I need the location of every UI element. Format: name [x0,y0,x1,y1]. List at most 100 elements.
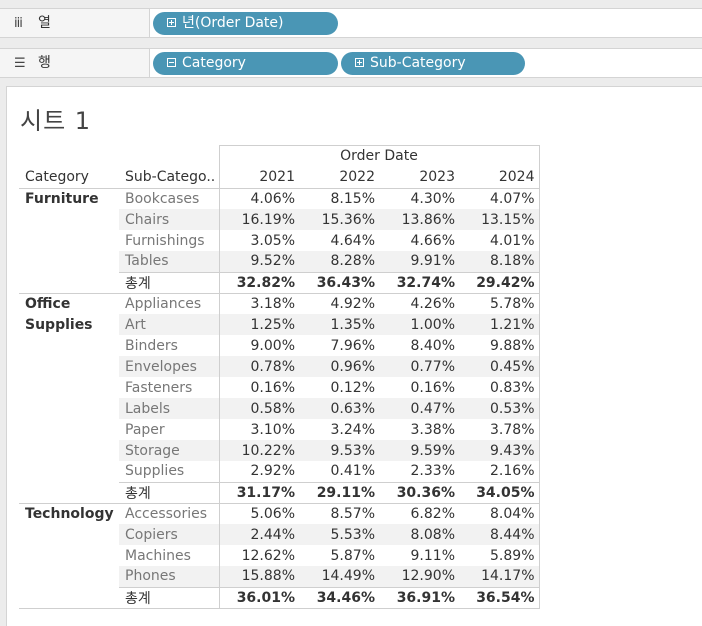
table-row: Furniture Bookcases 4.06% 8.15% 4.30% 4.… [19,188,540,294]
year-header[interactable]: 2023 [379,166,459,189]
sub-category-label[interactable]: Machines [119,545,219,566]
value-cell: 8.40% [410,337,455,354]
category-header[interactable]: Technology [19,503,119,609]
value-cell: 4.66% [410,232,455,249]
total-cell: 31.17% [218,481,299,504]
value-cell: 0.45% [459,356,540,377]
value-cell: 1.21% [459,314,540,335]
value-cell: 0.83% [459,377,540,398]
value-cell: 12.90% [379,566,459,587]
value-cell: 7.96% [330,337,375,354]
rows-icon: ☰ [14,56,26,71]
total-cell: 34.46% [299,586,379,609]
sub-category-label[interactable]: Supplies [119,461,219,482]
table-row: Office Supplies Appliances 3.18% 4.92% 4.… [19,293,540,504]
sub-category-label[interactable]: Phones [119,566,219,587]
value-cell: 8.44% [459,524,540,545]
sub-category-label[interactable]: Envelopes [119,356,219,377]
columns-icon: iii [14,16,23,31]
value-cell: 13.15% [459,209,540,230]
total-cell: 30.36% [379,481,459,504]
sub-category-label[interactable]: Labels [119,398,219,419]
value-cell: 0.78% [218,356,299,377]
value-cell: 16.19% [218,209,299,230]
total-label: 총계 [119,271,219,294]
sub-category-label[interactable]: Art [119,314,219,335]
value-cell: 0.77% [379,356,459,377]
value-cell: 15.88% [218,566,299,587]
sub-category-label[interactable]: Fasteners [119,377,219,398]
sub-category-label[interactable]: Chairs [119,209,219,230]
value-cell: 9.59% [379,440,459,461]
sheet-title: 시트 1 [20,107,92,135]
total-label: 총계 [119,481,219,504]
value-cell: 14.17% [459,566,540,587]
columns-shelf-title: 열 [38,15,51,31]
columns-shelf-label: iii 열 [0,9,150,37]
value-cell: 0.47% [379,398,459,419]
sub-category-pill[interactable]: Sub-Category [341,52,525,75]
value-cell: 13.86% [379,209,459,230]
total-cell: 32.74% [379,271,459,294]
sub-category-label[interactable]: Appliances [119,293,219,314]
sub-category-label[interactable]: Storage [119,440,219,461]
crosstab: Order Date Category Sub-Catego.. 2021 20… [19,145,540,609]
pill-label: Category [182,55,246,71]
category-line: Supplies [25,316,93,333]
category-header[interactable]: Office Supplies [19,293,119,504]
value-cell: 5.78% [459,293,540,314]
value-cell: 2.44% [218,524,299,545]
value-cell: 5.87% [330,547,375,564]
sub-category-label[interactable]: Copiers [119,524,219,545]
order-date-year-pill[interactable]: 년(Order Date) [153,12,338,35]
total-cell: 36.43% [299,271,379,294]
category-pill[interactable]: Category [153,52,338,75]
value-cell: 9.88% [459,335,540,356]
sub-category-label[interactable]: Paper [119,419,219,440]
expand-icon[interactable] [167,17,176,27]
table-row: Technology Accessories 5.06% 8.57% 6.82%… [19,503,540,609]
total-cell: 29.42% [459,271,540,294]
expand-icon[interactable] [355,57,364,67]
value-cell: 3.38% [410,421,455,438]
value-cell: 2.16% [459,461,540,482]
value-cell: 0.96% [299,356,379,377]
value-cell: 5.89% [459,545,540,566]
collapse-icon[interactable] [167,57,176,67]
row-header-category[interactable]: Category [19,166,119,189]
value-cell: 12.62% [218,545,299,566]
value-cell: 0.53% [459,398,540,419]
sub-category-label[interactable]: Furnishings [119,230,219,251]
value-cell: 0.63% [299,398,379,419]
value-cell: 9.91% [379,251,459,272]
column-group-header[interactable]: Order Date [218,145,540,167]
value-cell: 8.04% [459,503,540,524]
row-header-sub-category[interactable]: Sub-Catego.. [119,166,219,189]
sub-category-label[interactable]: Bookcases [119,188,219,209]
value-cell: 9.00% [218,335,299,356]
pill-label: Sub-Category [370,55,466,71]
value-cell: 3.10% [218,419,299,440]
value-cell: 5.53% [299,524,379,545]
value-cell: 0.41% [330,463,375,480]
worksheet: 시트 1 Order Date Category Sub-Catego.. 20… [6,86,702,626]
value-cell: 9.43% [459,440,540,461]
category-header[interactable]: Furniture [19,188,119,294]
year-header[interactable]: 2024 [459,166,540,189]
value-cell: 8.15% [330,190,375,207]
value-cell: 1.00% [379,314,459,335]
category-line: Office [25,295,71,312]
value-cell: 9.52% [218,251,299,272]
total-cell: 34.05% [459,481,540,504]
year-header[interactable]: 2021 [218,166,299,189]
value-cell: 4.01% [459,230,540,251]
value-cell: 8.28% [299,251,379,272]
sub-category-label[interactable]: Tables [119,251,219,272]
year-header[interactable]: 2022 [299,166,379,189]
value-cell: 9.11% [410,547,455,564]
value-cell: 8.18% [459,251,540,272]
sub-category-label[interactable]: Accessories [119,503,219,524]
rows-shelf-title: 행 [38,55,51,71]
value-cell: 15.36% [299,209,379,230]
sub-category-label[interactable]: Binders [119,335,219,356]
